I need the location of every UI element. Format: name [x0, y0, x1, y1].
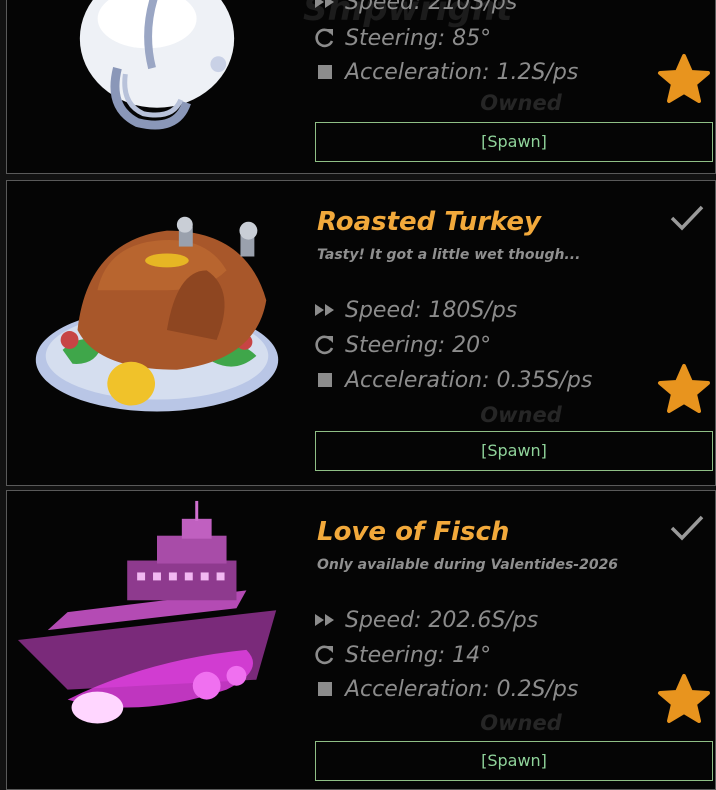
boat-title: Love of Fisch: [317, 517, 510, 547]
speed-value: Speed: 180S/ps: [345, 297, 518, 323]
favorite-star-icon[interactable]: [657, 673, 711, 725]
favorite-star-icon[interactable]: [657, 363, 711, 415]
steering-value: Steering: 85°: [345, 25, 492, 51]
acceleration-stat: Acceleration: 0.35S/ps: [313, 365, 592, 395]
fast-forward-icon: [313, 0, 337, 14]
boat-thumbnail-shipwright: [79, 0, 235, 130]
rotate-icon: [313, 643, 337, 667]
boat-card-love-of-fisch[interactable]: Love of Fisch Only available during Vale…: [6, 490, 716, 790]
square-icon: [313, 677, 337, 701]
checkmark-icon: [670, 515, 704, 541]
acceleration-value: Acceleration: 0.35S/ps: [345, 367, 593, 393]
rotate-icon: [313, 26, 337, 50]
owned-label: Owned: [480, 711, 562, 735]
acceleration-stat: Acceleration: 0.2S/ps: [313, 674, 578, 704]
speed-stat: Speed: 210S/ps: [313, 0, 517, 17]
square-icon: [313, 60, 337, 84]
fast-forward-icon: [313, 608, 337, 632]
steering-stat: Steering: 85°: [313, 23, 491, 53]
owned-label: Owned: [480, 91, 562, 115]
steering-value: Steering: 14°: [345, 642, 492, 668]
square-icon: [313, 368, 337, 392]
steering-value: Steering: 20°: [345, 332, 492, 358]
spawn-button[interactable]: [Spawn]: [315, 741, 713, 781]
speed-stat: Speed: 202.6S/ps: [313, 605, 538, 635]
speed-stat: Speed: 180S/ps: [313, 295, 517, 325]
spawn-button[interactable]: [Spawn]: [315, 431, 713, 471]
owned-label: Owned: [480, 403, 562, 427]
acceleration-value: Acceleration: 1.2S/ps: [345, 59, 579, 85]
acceleration-stat: Acceleration: 1.2S/ps: [313, 57, 578, 87]
boat-subtitle: Only available during Valentides-2026: [317, 557, 619, 573]
acceleration-value: Acceleration: 0.2S/ps: [345, 676, 579, 702]
speed-value: Speed: 210S/ps: [345, 0, 518, 15]
fast-forward-icon: [313, 298, 337, 322]
checkmark-icon: [670, 205, 704, 231]
boat-subtitle: Tasty! It got a little wet though...: [317, 247, 581, 263]
steering-stat: Steering: 20°: [313, 330, 491, 360]
boat-thumbnail-love-of-fisch: [17, 500, 277, 724]
boat-title: Roasted Turkey: [317, 207, 541, 237]
boat-thumbnail-roasted-turkey: [35, 216, 279, 412]
favorite-star-icon[interactable]: [657, 53, 711, 105]
boat-card-roasted-turkey[interactable]: Roasted Turkey Tasty! It got a little we…: [6, 180, 716, 486]
speed-value: Speed: 202.6S/ps: [345, 607, 539, 633]
spawn-button[interactable]: [Spawn]: [315, 122, 713, 162]
rotate-icon: [313, 333, 337, 357]
steering-stat: Steering: 14°: [313, 640, 491, 670]
boat-card-shipwright[interactable]: Shipwright Speed: 210S/ps Steering: 85° …: [6, 0, 716, 174]
